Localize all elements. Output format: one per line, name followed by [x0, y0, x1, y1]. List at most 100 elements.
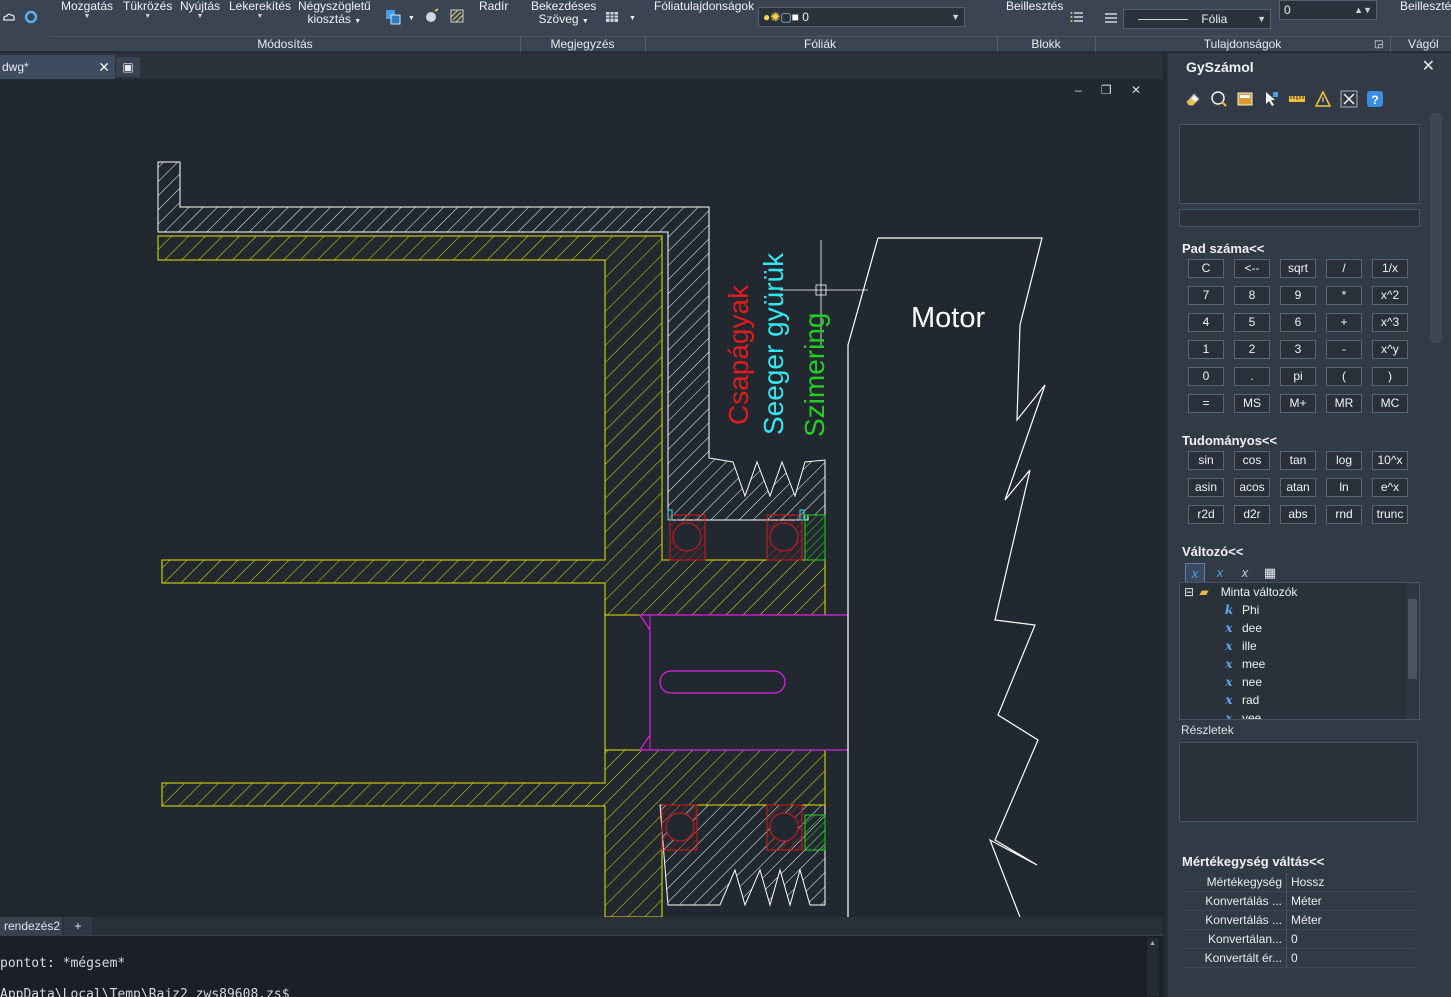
sci-key[interactable]: tan	[1280, 451, 1316, 470]
pad-key[interactable]: +	[1326, 313, 1362, 332]
list-icon[interactable]	[1070, 10, 1084, 24]
calc-variable-icon[interactable]: ▦	[1260, 563, 1280, 583]
pad-key[interactable]: 8	[1234, 286, 1270, 305]
tree-scrollbar[interactable]	[1406, 583, 1419, 719]
pad-key[interactable]: .	[1234, 367, 1270, 386]
distance-icon[interactable]	[1288, 90, 1306, 108]
panel-scrollbar[interactable]	[1430, 113, 1442, 343]
delete-variable-icon[interactable]: x	[1235, 563, 1255, 583]
sci-key[interactable]: 10^x	[1372, 451, 1408, 470]
eraser-icon[interactable]	[1184, 90, 1202, 108]
sci-key[interactable]: trunc	[1372, 505, 1408, 524]
unit-row[interactable]: Konvertálan... 0	[1183, 930, 1415, 949]
pad-key[interactable]: /	[1326, 259, 1362, 278]
eraser-button[interactable]: Radír	[479, 0, 508, 13]
scientific-section-title[interactable]: Tudományos<<	[1182, 433, 1277, 448]
pad-key[interactable]: 6	[1280, 313, 1316, 332]
hatch-edit-icon[interactable]	[450, 9, 464, 23]
pad-key[interactable]: *	[1326, 286, 1362, 305]
unit-row-value[interactable]: 0	[1291, 930, 1298, 949]
calculator-display[interactable]	[1179, 124, 1420, 204]
pad-key[interactable]: 0	[1188, 367, 1224, 386]
lineweight-icon[interactable]	[1104, 11, 1118, 25]
rect-array-button[interactable]: Négyszögletű kiosztás ▼	[298, 0, 371, 28]
close-icon[interactable]: ✕	[1422, 56, 1435, 76]
lineweight-spinner[interactable]: 0 ▲▼	[1279, 0, 1377, 20]
pad-key[interactable]: -	[1326, 340, 1362, 359]
table-icon[interactable]	[605, 10, 619, 24]
unit-row-value[interactable]: Méter	[1291, 911, 1322, 930]
fillet-button[interactable]: Lekerekítés ▼	[229, 0, 291, 21]
help-icon[interactable]: ?	[1366, 90, 1384, 108]
chevron-down-icon[interactable]: ▼	[408, 12, 415, 25]
pad-key[interactable]: 7	[1188, 286, 1224, 305]
pad-key[interactable]: sqrt	[1280, 259, 1316, 278]
sci-key[interactable]: r2d	[1188, 505, 1224, 524]
edit-variable-icon[interactable]: x	[1210, 563, 1230, 583]
unit-row[interactable]: Konvertálás ... Méter	[1183, 892, 1415, 911]
linetype-combo[interactable]: Fólia ▼	[1123, 9, 1271, 29]
add-layout-button[interactable]: +	[64, 917, 92, 935]
command-line[interactable]: pontot: *mégsem* AppData\Local\Temp\Rajz…	[0, 935, 1163, 997]
variable-item[interactable]: x ille	[1220, 637, 1256, 655]
chevron-down-icon[interactable]: ▼	[629, 12, 636, 25]
pad-section-title[interactable]: Pad száma<<	[1182, 241, 1264, 256]
pad-key[interactable]: 1/x	[1372, 259, 1408, 278]
new-variable-icon[interactable]: x	[1185, 563, 1205, 583]
unit-row-value[interactable]: Méter	[1291, 892, 1322, 911]
sci-key[interactable]: asin	[1188, 478, 1224, 497]
pad-key[interactable]: 9	[1280, 286, 1316, 305]
sci-key[interactable]: e^x	[1372, 478, 1408, 497]
sci-key[interactable]: ln	[1326, 478, 1362, 497]
variable-item[interactable]: x nee	[1220, 673, 1262, 691]
pad-key[interactable]: MR	[1326, 394, 1362, 413]
pad-key[interactable]: x^y	[1372, 340, 1408, 359]
variable-item[interactable]: x rad	[1220, 691, 1259, 709]
document-tab[interactable]: dwg* ✕	[0, 55, 115, 79]
pad-key[interactable]: MC	[1372, 394, 1408, 413]
pad-key[interactable]: MS	[1234, 394, 1270, 413]
layer-properties-button[interactable]: Fóliatulajdonságok	[654, 0, 754, 13]
new-document-icon[interactable]: ▣	[116, 57, 140, 77]
close-icon[interactable]: ✕	[98, 55, 110, 79]
pad-key[interactable]: (	[1326, 367, 1362, 386]
collapse-icon[interactable]: ⊟	[1184, 583, 1196, 601]
sci-key[interactable]: atan	[1280, 478, 1316, 497]
layout-tab[interactable]: rendezés2	[0, 917, 62, 935]
pad-key[interactable]: C	[1188, 259, 1224, 278]
sci-key[interactable]: acos	[1234, 478, 1270, 497]
variables-section-title[interactable]: Változó<<	[1182, 544, 1243, 559]
sci-key[interactable]: log	[1326, 451, 1362, 470]
pad-key[interactable]: <--	[1234, 259, 1270, 278]
move-button[interactable]: Mozgatás ▼	[61, 0, 113, 21]
pad-key[interactable]: 2	[1234, 340, 1270, 359]
unit-row[interactable]: Konvertálás ... Méter	[1183, 911, 1415, 930]
pad-key[interactable]: x^2	[1372, 286, 1408, 305]
drawing-canvas[interactable]: ‒ ❐ ✕ Csapágyak Seeger gyürük Szimering …	[0, 79, 1163, 917]
unit-section-title[interactable]: Mértékegység váltás<<	[1182, 854, 1324, 869]
sci-key[interactable]: cos	[1234, 451, 1270, 470]
pad-key[interactable]: 3	[1280, 340, 1316, 359]
calculator-input[interactable]	[1179, 209, 1420, 227]
circle-icon[interactable]	[24, 10, 38, 24]
unit-row[interactable]: Konvertált ér... 0	[1183, 949, 1415, 968]
calculator-icon[interactable]	[1236, 90, 1254, 108]
variable-item[interactable]: x mee	[1220, 655, 1265, 673]
paste-button[interactable]: Beillesztés	[1006, 0, 1063, 13]
pad-key[interactable]: =	[1188, 394, 1224, 413]
unit-row[interactable]: Mértékegység Hossz	[1183, 873, 1415, 892]
pad-key[interactable]: 5	[1234, 313, 1270, 332]
dialog-launcher-icon[interactable]: ◲	[1374, 38, 1383, 51]
cloud-icon[interactable]	[2, 10, 16, 24]
pad-key[interactable]: M+	[1280, 394, 1316, 413]
clear-icon[interactable]	[1340, 90, 1358, 108]
unit-row-value[interactable]: Hossz	[1291, 873, 1324, 892]
pad-key[interactable]: x^3	[1372, 313, 1408, 332]
tree-scroll-thumb[interactable]	[1408, 599, 1417, 679]
select-point-icon[interactable]	[1262, 90, 1280, 108]
pad-key[interactable]: 1	[1188, 340, 1224, 359]
measure-icon[interactable]	[1210, 90, 1228, 108]
variable-item[interactable]: k Phi	[1220, 601, 1260, 619]
copy-icon[interactable]	[384, 8, 402, 26]
sci-key[interactable]: abs	[1280, 505, 1316, 524]
